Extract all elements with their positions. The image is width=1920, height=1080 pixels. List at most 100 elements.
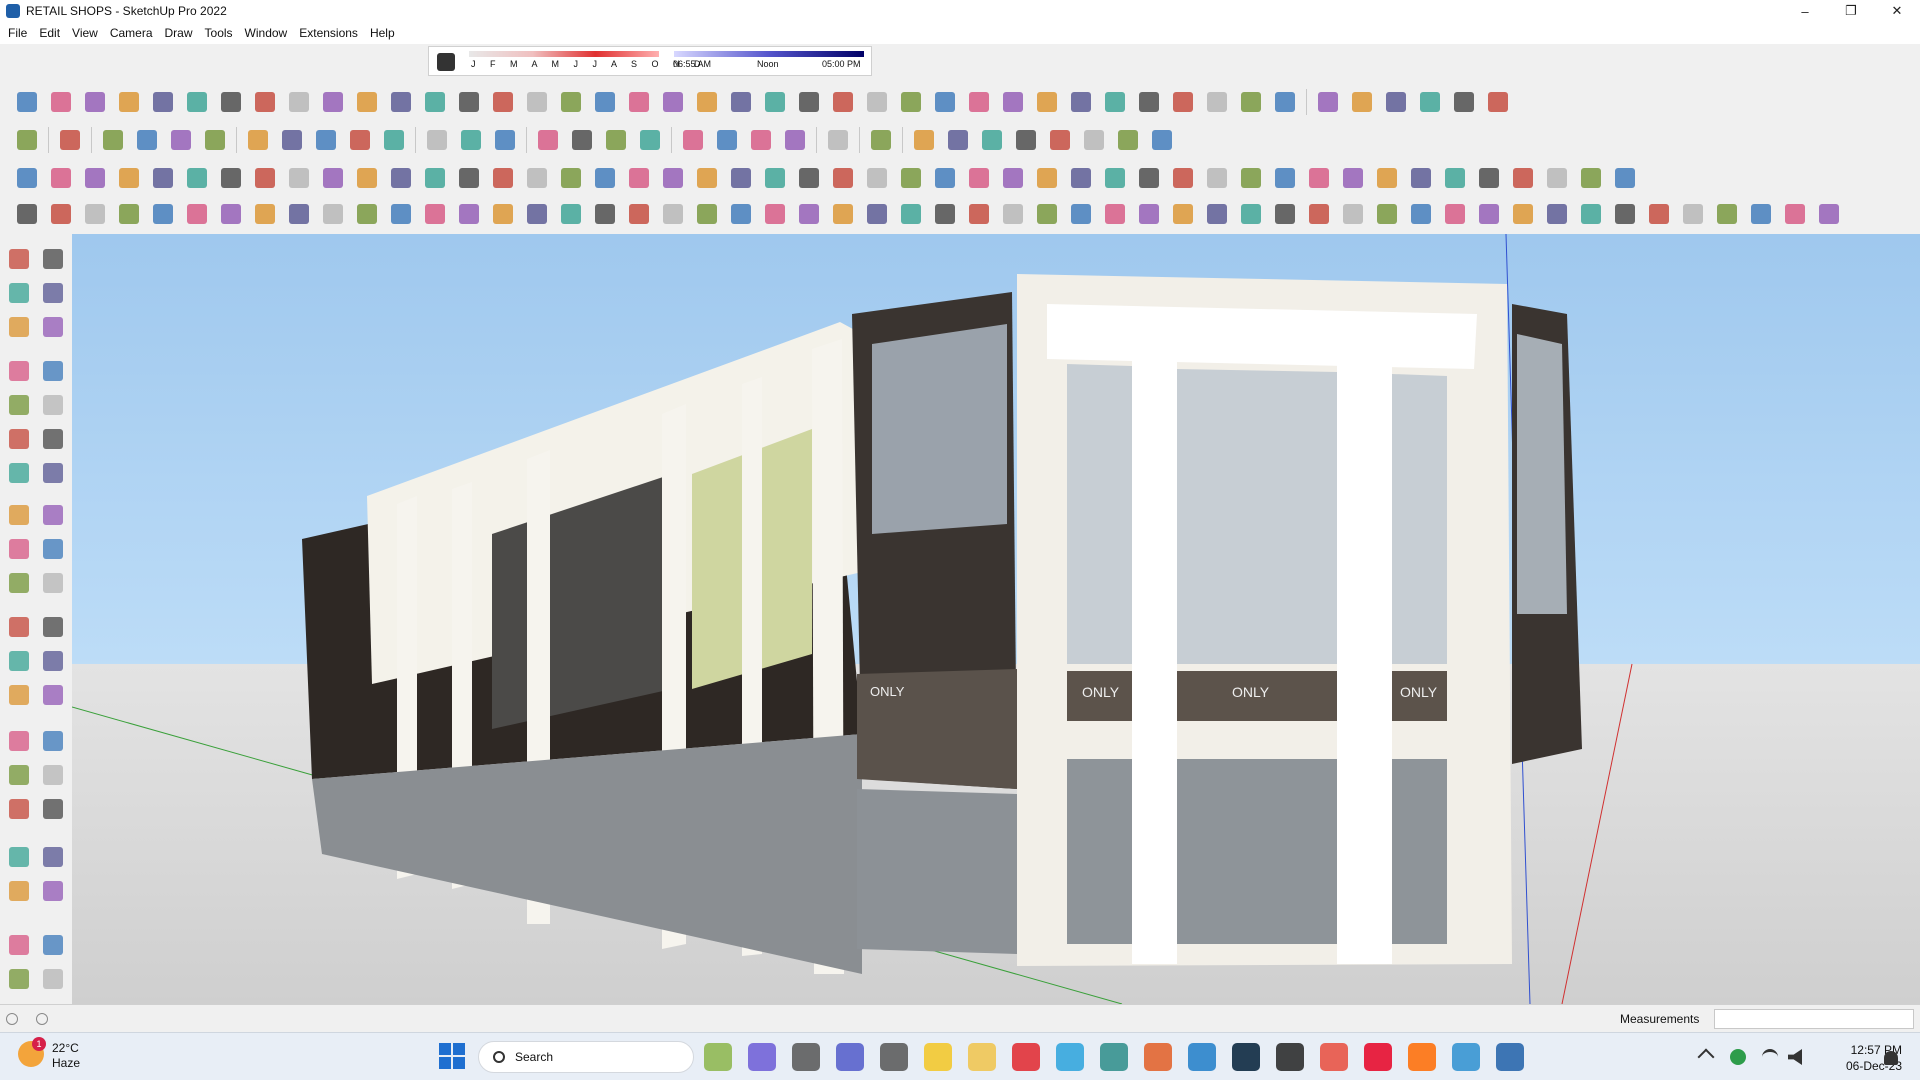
- pan-icon[interactable]: [568, 126, 596, 154]
- position-camera-icon[interactable]: [6, 878, 32, 904]
- arc-icon[interactable]: [6, 460, 32, 486]
- view-tool-44-icon[interactable]: [1475, 164, 1503, 192]
- plugin-tool-24-icon[interactable]: [795, 200, 823, 228]
- plugin-tool-38-icon[interactable]: [1271, 200, 1299, 228]
- zoom-icon[interactable]: [13, 126, 41, 154]
- measurements-input[interactable]: [1714, 1009, 1914, 1029]
- plugin-tool-37-icon[interactable]: [1237, 200, 1265, 228]
- copilot-icon[interactable]: [748, 1043, 776, 1071]
- draw-tool-25-icon[interactable]: [829, 88, 857, 116]
- view-tool-22-icon[interactable]: [727, 164, 755, 192]
- plugin-tool-49-icon[interactable]: [1645, 200, 1673, 228]
- draw-tool-35-icon[interactable]: [1169, 88, 1197, 116]
- minimize-button[interactable]: –: [1782, 0, 1828, 22]
- menu-tools[interactable]: Tools: [201, 26, 241, 40]
- house-tool-5-icon[interactable]: [1450, 88, 1478, 116]
- calculator-icon[interactable]: [880, 1043, 908, 1071]
- move-icon[interactable]: [312, 126, 340, 154]
- orbit-icon[interactable]: [40, 246, 66, 272]
- draw-tool-2-icon[interactable]: [47, 88, 75, 116]
- plugin-tool-25-icon[interactable]: [829, 200, 857, 228]
- rotate-icon[interactable]: [346, 126, 374, 154]
- draw-tool-36-icon[interactable]: [1203, 88, 1231, 116]
- shadow-toggle-icon[interactable]: [437, 53, 455, 71]
- menu-camera[interactable]: Camera: [106, 26, 161, 40]
- plugin-tool-18-icon[interactable]: [591, 200, 619, 228]
- view-tool-6-icon[interactable]: [183, 164, 211, 192]
- draw-tool-38-icon[interactable]: [1271, 88, 1299, 116]
- view-tool-1-icon[interactable]: [13, 164, 41, 192]
- view-tool-15-icon[interactable]: [489, 164, 517, 192]
- view-tool-3-icon[interactable]: [81, 164, 109, 192]
- view-tool-17-icon[interactable]: [557, 164, 585, 192]
- plugin-tool-46-icon[interactable]: [1543, 200, 1571, 228]
- time-slider[interactable]: [674, 51, 864, 57]
- styles-icon[interactable]: [747, 126, 775, 154]
- grammarly-icon[interactable]: [1144, 1043, 1172, 1071]
- taskbar-search[interactable]: Search: [478, 1041, 694, 1073]
- move-icon[interactable]: [6, 536, 32, 562]
- app-3-icon[interactable]: [1452, 1043, 1480, 1071]
- view-tool-32-icon[interactable]: [1067, 164, 1095, 192]
- protractor-icon[interactable]: [6, 682, 32, 708]
- view-tool-37-icon[interactable]: [1237, 164, 1265, 192]
- components-icon[interactable]: [6, 314, 32, 340]
- text-icon[interactable]: [40, 682, 66, 708]
- plugin-tool-35-icon[interactable]: [1169, 200, 1197, 228]
- sandbox-icon[interactable]: [867, 126, 895, 154]
- start-button[interactable]: [439, 1043, 465, 1069]
- sandbox-2-icon[interactable]: [40, 966, 66, 992]
- scenes-icon[interactable]: [781, 126, 809, 154]
- sandbox-1-icon[interactable]: [6, 966, 32, 992]
- zoom-window-icon[interactable]: [40, 796, 66, 822]
- polygon-icon[interactable]: [40, 426, 66, 452]
- house-tool-3-icon[interactable]: [1382, 88, 1410, 116]
- plugin-tool-15-icon[interactable]: [489, 200, 517, 228]
- view-tool-41-icon[interactable]: [1373, 164, 1401, 192]
- model-viewport[interactable]: ONLY ONLY ONLY ONLY: [72, 234, 1920, 1004]
- draw-tool-10-icon[interactable]: [319, 88, 347, 116]
- view-tool-9-icon[interactable]: [285, 164, 313, 192]
- pinterest-icon[interactable]: [1364, 1043, 1392, 1071]
- pan-icon[interactable]: [40, 762, 66, 788]
- walk-icon[interactable]: [6, 932, 32, 958]
- dimension-icon[interactable]: [40, 648, 66, 674]
- wifi-icon[interactable]: [1762, 1049, 1778, 1065]
- menu-window[interactable]: Window: [241, 26, 296, 40]
- notification-bell-icon[interactable]: [1884, 1051, 1898, 1065]
- view-tool-48-icon[interactable]: [1611, 164, 1639, 192]
- plugin-tool-19-icon[interactable]: [625, 200, 653, 228]
- sketchup-icon[interactable]: [1496, 1043, 1524, 1071]
- draw-tool-29-icon[interactable]: [965, 88, 993, 116]
- house-tool-2-icon[interactable]: [1348, 88, 1376, 116]
- month-slider[interactable]: [469, 51, 659, 57]
- draw-tool-28-icon[interactable]: [931, 88, 959, 116]
- tape-measure-icon[interactable]: [6, 648, 32, 674]
- maximize-button[interactable]: ❐: [1828, 0, 1874, 22]
- eraser-icon[interactable]: [40, 280, 66, 306]
- plugin-tool-6-icon[interactable]: [183, 200, 211, 228]
- view-tool-42-icon[interactable]: [1407, 164, 1435, 192]
- house-tool-6-icon[interactable]: [1484, 88, 1512, 116]
- plugin-tool-45-icon[interactable]: [1509, 200, 1537, 228]
- plugin-tool-47-icon[interactable]: [1577, 200, 1605, 228]
- draw-tool-4-icon[interactable]: [115, 88, 143, 116]
- opera-icon[interactable]: [1012, 1043, 1040, 1071]
- view-tool-29-icon[interactable]: [965, 164, 993, 192]
- tape-measure-icon[interactable]: [423, 126, 451, 154]
- draw-tool-1-icon[interactable]: [13, 88, 41, 116]
- draw-tool-15-icon[interactable]: [489, 88, 517, 116]
- view-tool-28-icon[interactable]: [931, 164, 959, 192]
- section-plane-icon[interactable]: [40, 728, 66, 754]
- paint-bucket-icon[interactable]: [6, 280, 32, 306]
- three-point-arc-icon[interactable]: [40, 502, 66, 528]
- view-tool-40-icon[interactable]: [1339, 164, 1367, 192]
- plugin-tool-39-icon[interactable]: [1305, 200, 1333, 228]
- plugin-tool-5-icon[interactable]: [149, 200, 177, 228]
- extension-5-icon[interactable]: [1046, 126, 1074, 154]
- plugin-tool-53-icon[interactable]: [1781, 200, 1809, 228]
- task-view-icon[interactable]: [792, 1043, 820, 1071]
- plugin-tool-42-icon[interactable]: [1407, 200, 1435, 228]
- extension-8-icon[interactable]: [1148, 126, 1176, 154]
- plugin-tool-52-icon[interactable]: [1747, 200, 1775, 228]
